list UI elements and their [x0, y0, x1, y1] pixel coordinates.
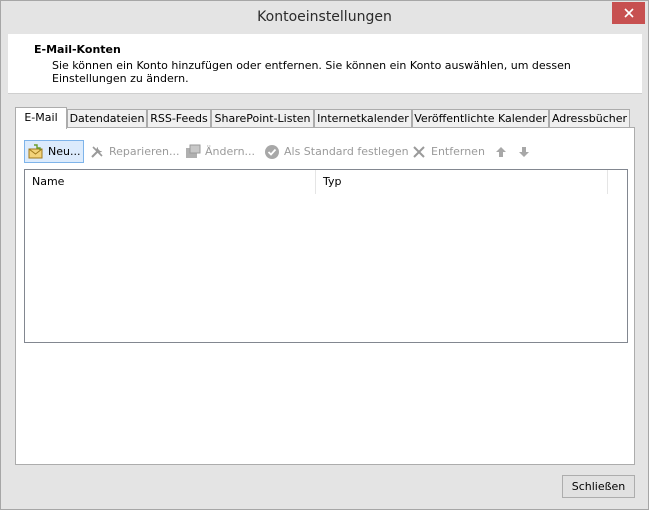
- account-settings-window: Kontoeinstellungen E-Mail-Konten Sie kön…: [0, 0, 649, 510]
- move-up-button[interactable]: [490, 140, 512, 163]
- tab-email[interactable]: E-Mail: [15, 107, 67, 129]
- column-header-name[interactable]: Name: [25, 170, 316, 194]
- arrow-down-icon: [519, 146, 529, 157]
- tab-address-books[interactable]: Adressbücher: [549, 109, 630, 128]
- arrow-up-icon: [496, 146, 506, 157]
- tab-data-files[interactable]: Datendateien: [67, 109, 147, 128]
- header-section: E-Mail-Konten Sie können ein Konto hinzu…: [8, 34, 642, 94]
- remove-x-icon: [413, 145, 425, 158]
- tab-rss-feeds[interactable]: RSS-Feeds: [147, 109, 211, 128]
- checkmark-circle-icon: [265, 144, 279, 159]
- accounts-list[interactable]: Name Typ: [24, 169, 628, 343]
- change-label: Ändern...: [205, 145, 256, 158]
- tab-internet-calendars[interactable]: Internetkalender: [314, 109, 412, 128]
- repair-label: Reparieren...: [109, 145, 180, 158]
- close-button[interactable]: Schließen: [562, 475, 635, 498]
- set-default-label: Als Standard festlegen: [284, 145, 409, 158]
- header-title: E-Mail-Konten: [34, 43, 121, 56]
- change-button[interactable]: Ändern...: [182, 140, 258, 163]
- tools-icon: [91, 145, 103, 158]
- new-mailbox-icon: [28, 143, 43, 158]
- window-close-button[interactable]: [612, 2, 645, 24]
- new-account-button[interactable]: Neu...: [24, 140, 85, 163]
- close-icon: [623, 8, 634, 18]
- set-default-button[interactable]: Als Standard festlegen: [261, 140, 412, 163]
- repair-button[interactable]: Reparieren...: [86, 140, 183, 163]
- new-account-label: Neu...: [48, 145, 81, 158]
- header-description: Sie können ein Konto hinzufügen oder ent…: [52, 59, 571, 85]
- window-title: Kontoeinstellungen: [257, 9, 392, 25]
- move-down-button[interactable]: [513, 140, 535, 163]
- tab-published-calendars[interactable]: Veröffentlichte Kalender: [412, 109, 549, 128]
- email-accounts-panel: Neu... Reparieren... Ändern... Als Stand…: [15, 127, 635, 465]
- edit-icon: [186, 144, 201, 158]
- remove-label: Entfernen: [431, 145, 485, 158]
- tab-sharepoint-lists[interactable]: SharePoint-Listen: [211, 109, 314, 128]
- column-header-type[interactable]: Typ: [316, 170, 608, 194]
- title-bar[interactable]: Kontoeinstellungen: [1, 1, 648, 33]
- remove-button[interactable]: Entfernen: [408, 140, 488, 163]
- toolbar: Neu... Reparieren... Ändern... Als Stand…: [24, 140, 624, 163]
